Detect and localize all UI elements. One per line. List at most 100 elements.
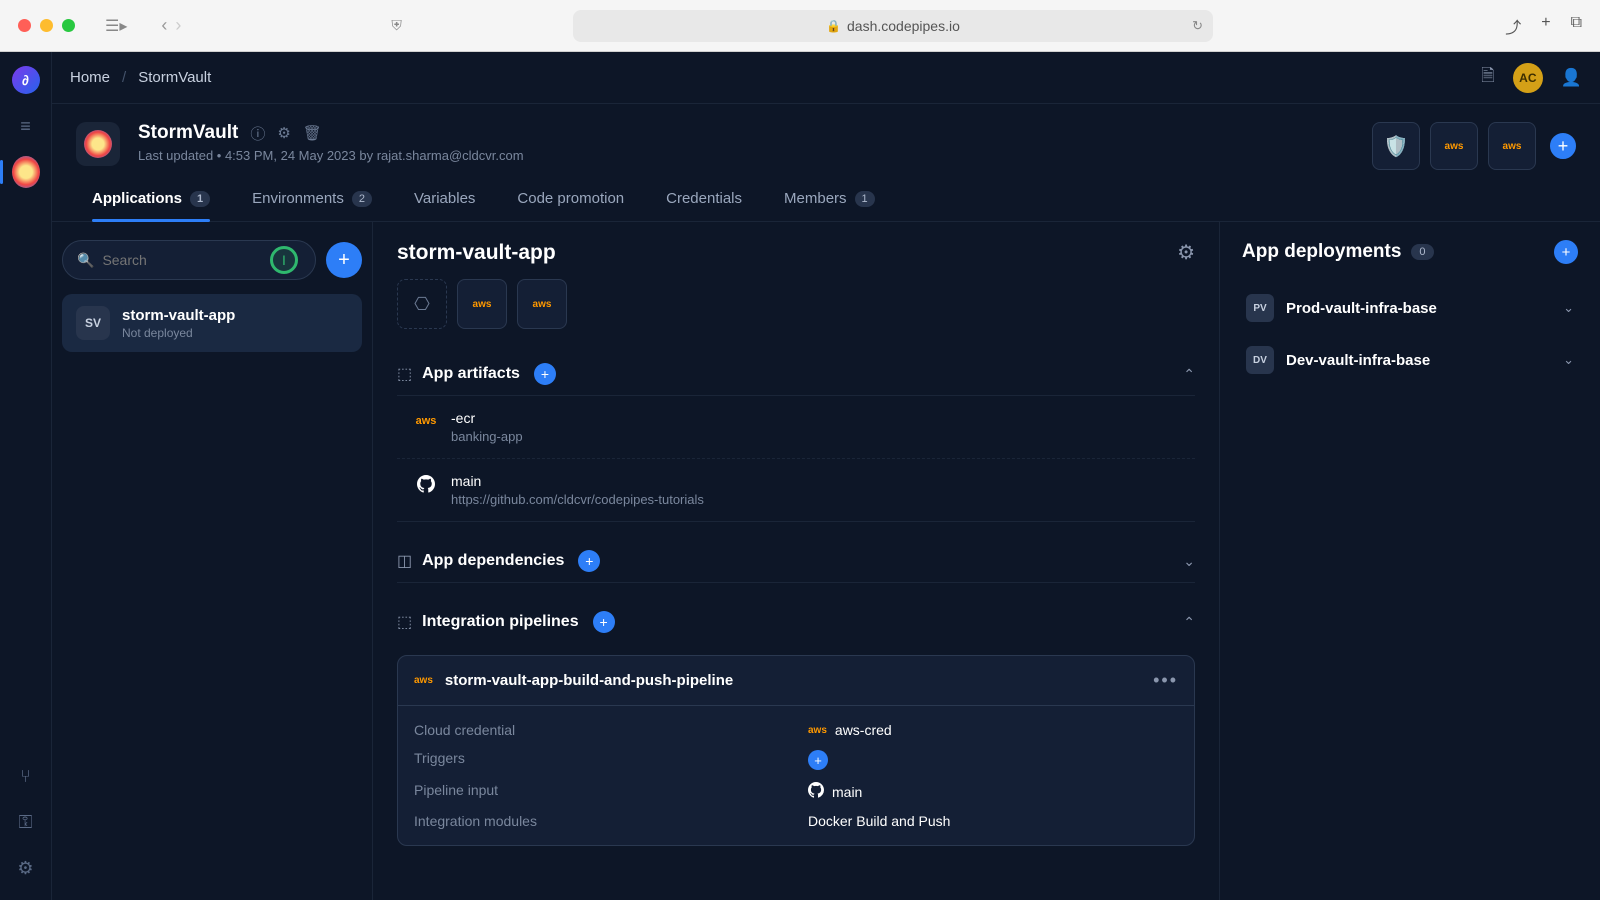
project-rail-icon[interactable]	[12, 158, 40, 186]
tab-label: Members	[784, 190, 847, 207]
new-tab-icon[interactable]: +	[1541, 14, 1550, 38]
list-item-status: Not deployed	[122, 326, 235, 340]
section-title: App artifacts	[422, 365, 520, 383]
tab-badge: 1	[190, 191, 210, 207]
dependency-icon: ◫	[397, 551, 412, 571]
aws-chip-2[interactable]: aws	[1488, 122, 1536, 170]
maximize-window-icon[interactable]	[62, 19, 75, 32]
section-pipelines-header[interactable]: ⬚ Integration pipelines + ⌃	[397, 601, 1195, 643]
tab-variables[interactable]: Variables	[414, 190, 475, 221]
user-icon[interactable]: 👤	[1561, 68, 1582, 88]
tab-label: Credentials	[666, 190, 742, 207]
docs-icon[interactable]: 🗎	[1481, 63, 1495, 92]
app-settings-icon[interactable]: ⚙	[1177, 240, 1195, 265]
github-icon	[808, 782, 824, 801]
app-detail: storm-vault-app ⚙ ⎔ aws aws ⬚ App artifa…	[373, 222, 1219, 900]
share-icon[interactable]: ⤴	[1505, 14, 1521, 38]
pipeline-label: Triggers	[414, 750, 784, 770]
pipeline-icon: ⬚	[397, 612, 412, 632]
add-artifact-button[interactable]: +	[534, 363, 556, 385]
branch-icon[interactable]: ⑂	[12, 762, 40, 790]
traffic-lights	[18, 19, 75, 32]
deployments-count: 0	[1411, 244, 1433, 260]
add-integration-chip[interactable]: ⎔	[397, 279, 447, 329]
info-icon[interactable]: ⓘ	[250, 123, 265, 144]
section-dependencies-header[interactable]: ◫ App dependencies + ⌄	[397, 540, 1195, 583]
icon-rail: ∂ ≡ ⑂ ⚿ ⚙	[0, 52, 52, 900]
tab-members[interactable]: Members 1	[784, 190, 875, 221]
deployment-item[interactable]: PV Prod-vault-infra-base ⌄	[1242, 282, 1578, 334]
lock-icon: 🔒	[826, 19, 841, 33]
search-input[interactable]	[102, 252, 301, 268]
project-meta: Last updated • 4:53 PM, 24 May 2023 by r…	[138, 148, 524, 163]
topbar: Home / StormVault 🗎 AC 👤	[52, 52, 1600, 104]
tab-label: Variables	[414, 190, 475, 207]
shield-chip[interactable]: 🛡️	[1372, 122, 1420, 170]
sidebar-toggle-icon[interactable]: ☰▸	[105, 16, 127, 36]
aws-chip-1[interactable]: aws	[1430, 122, 1478, 170]
close-window-icon[interactable]	[18, 19, 31, 32]
breadcrumb-home[interactable]: Home	[70, 69, 110, 86]
hamburger-icon[interactable]: ≡	[12, 112, 40, 140]
pipeline-value-text: main	[832, 784, 862, 800]
avatar[interactable]: AC	[1513, 63, 1543, 93]
search-icon: 🔍	[77, 252, 94, 269]
tabs: Applications 1 Environments 2 Variables …	[52, 170, 1600, 222]
nav-back-icon[interactable]: ‹	[161, 15, 167, 36]
privacy-shield-icon[interactable]: ⛨	[391, 17, 402, 34]
url-bar[interactable]: 🔒 dash.codepipes.io ↻	[573, 10, 1213, 42]
section-pipelines: ⬚ Integration pipelines + ⌃ aws storm-va…	[397, 601, 1195, 846]
pipeline-value-text: aws-cred	[835, 722, 892, 738]
chevron-up-icon: ⌃	[1183, 614, 1195, 631]
tab-badge: 1	[855, 191, 875, 207]
gear-icon[interactable]: ⚙	[277, 124, 290, 142]
browser-chrome: ☰▸ ‹ › ⛨ 🔒 dash.codepipes.io ↻ ⤴ + ⧉	[0, 0, 1600, 52]
section-dependencies: ◫ App dependencies + ⌄	[397, 540, 1195, 583]
tab-label: Applications	[92, 190, 182, 207]
key-icon[interactable]: ⚿	[12, 808, 40, 836]
tab-credentials[interactable]: Credentials	[666, 190, 742, 221]
cube-icon: ⬚	[397, 364, 412, 384]
deployments-panel: App deployments 0 + PV Prod-vault-infra-…	[1220, 222, 1600, 900]
add-dependency-button[interactable]: +	[578, 550, 600, 572]
aws-icon: aws	[415, 410, 437, 432]
app-title: storm-vault-app	[397, 241, 556, 265]
tab-code-promotion[interactable]: Code promotion	[517, 190, 624, 221]
add-application-button[interactable]: +	[326, 242, 362, 278]
settings-rail-icon[interactable]: ⚙	[12, 854, 40, 882]
url-text: dash.codepipes.io	[847, 18, 960, 34]
deployment-item[interactable]: DV Dev-vault-infra-base ⌄	[1242, 334, 1578, 386]
chevron-down-icon: ⌄	[1563, 352, 1574, 368]
artifact-row[interactable]: aws -ecr banking-app	[397, 396, 1195, 459]
list-item[interactable]: SV storm-vault-app Not deployed	[62, 294, 362, 352]
aws-detail-chip-1[interactable]: aws	[457, 279, 507, 329]
tab-label: Environments	[252, 190, 344, 207]
trash-icon[interactable]: 🗑	[303, 124, 322, 142]
tab-applications[interactable]: Applications 1	[92, 190, 210, 221]
refresh-icon[interactable]: ↻	[1192, 18, 1203, 34]
pipeline-value: aws aws-cred	[808, 722, 1178, 738]
aws-icon: aws	[808, 725, 827, 736]
section-artifacts-header[interactable]: ⬚ App artifacts + ⌃	[397, 353, 1195, 395]
tabs-icon[interactable]: ⧉	[1571, 14, 1582, 38]
deployment-name: Dev-vault-infra-base	[1286, 352, 1430, 369]
chevron-up-icon: ⌃	[1183, 366, 1195, 383]
aws-icon: aws	[414, 675, 433, 686]
section-artifacts: ⬚ App artifacts + ⌃ aws -ecr banking-app	[397, 353, 1195, 522]
pipeline-label: Cloud credential	[414, 722, 784, 738]
add-pipeline-button[interactable]: +	[593, 611, 615, 633]
tab-environments[interactable]: Environments 2	[252, 190, 372, 221]
pipeline-menu-icon[interactable]: •••	[1153, 670, 1178, 691]
project-icon	[76, 122, 120, 166]
breadcrumb-project[interactable]: StormVault	[138, 69, 211, 86]
app-logo-icon[interactable]: ∂	[12, 66, 40, 94]
minimize-window-icon[interactable]	[40, 19, 53, 32]
artifact-row[interactable]: main https://github.com/cldcvr/codepipes…	[397, 459, 1195, 522]
add-trigger-button[interactable]: +	[808, 750, 828, 770]
artifact-sub: banking-app	[451, 429, 523, 444]
add-credential-button[interactable]: +	[1550, 133, 1576, 159]
search-box[interactable]: 🔍	[62, 240, 316, 280]
deployment-icon: DV	[1246, 346, 1274, 374]
add-deployment-button[interactable]: +	[1554, 240, 1578, 264]
aws-detail-chip-2[interactable]: aws	[517, 279, 567, 329]
